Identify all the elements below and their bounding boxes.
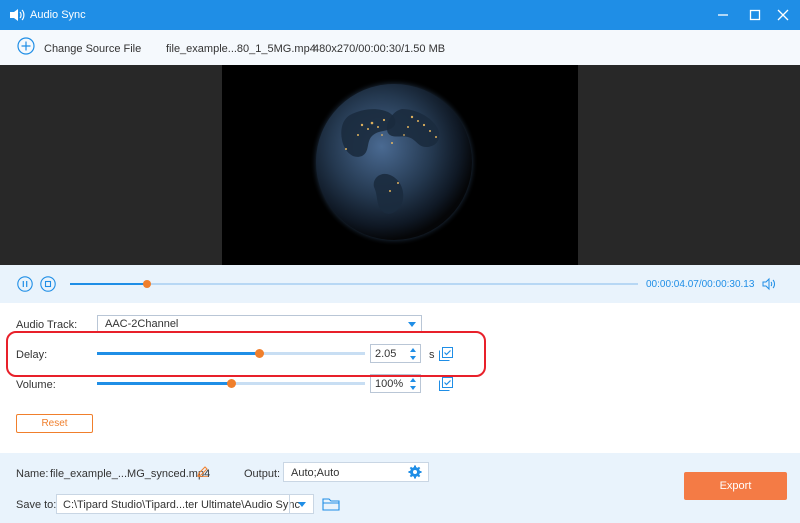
output-format-field[interactable]: Auto;Auto [283, 462, 429, 482]
stepper-up-icon[interactable] [410, 378, 416, 382]
save-to-label: Save to: [16, 499, 57, 511]
apply-to-all-icon[interactable] [439, 377, 453, 391]
change-source-file-button[interactable]: Change Source File [44, 43, 141, 55]
playback-time: 00:00:04.07/00:00:30.13 [646, 279, 754, 290]
save-path-dropdown[interactable] [289, 495, 313, 513]
volume-value: 100% [375, 378, 404, 390]
gear-icon[interactable] [408, 465, 422, 479]
speaker-icon [10, 9, 25, 21]
earth-image [310, 78, 478, 246]
source-file-name: file_example...80_1_5MG.mp4 [166, 43, 316, 55]
audio-track-select[interactable]: AAC-2Channel [97, 315, 422, 332]
export-button[interactable]: Export [684, 472, 787, 500]
name-label: Name: [16, 468, 49, 480]
progress-fill [70, 283, 147, 285]
chevron-down-icon [298, 502, 306, 507]
delay-highlight-annotation [6, 331, 486, 377]
volume-label: Volume: [16, 379, 56, 391]
stepper-down-icon[interactable] [410, 386, 416, 390]
volume-slider-fill [97, 382, 231, 385]
title-bar: Audio Sync [0, 0, 800, 30]
source-file-info: 480x270/00:00:30/1.50 MB [313, 43, 446, 55]
playback-progress-slider[interactable] [70, 280, 638, 288]
stop-icon[interactable] [40, 276, 56, 292]
output-format-value: Auto;Auto [291, 467, 340, 479]
chevron-down-icon [408, 322, 416, 327]
video-preview [222, 65, 578, 265]
audio-track-label: Audio Track: [16, 319, 78, 331]
pause-icon[interactable] [17, 276, 33, 292]
progress-knob[interactable] [142, 280, 151, 288]
close-icon [777, 9, 789, 21]
minimize-icon [718, 14, 728, 16]
output-file-name: file_example_...MG_synced.mp4 [50, 468, 211, 480]
total-time: /00:00:30.13 [698, 279, 755, 290]
maximize-button[interactable] [747, 7, 763, 23]
current-time: 00:00:04.07 [646, 279, 699, 290]
minimize-button[interactable] [715, 7, 731, 23]
output-label: Output: [244, 468, 281, 480]
maximize-icon [749, 9, 761, 21]
edit-icon[interactable] [197, 465, 209, 477]
audio-track-value: AAC-2Channel [105, 318, 179, 330]
save-path-value: C:\Tipard Studio\Tipard...ter Ultimate\A… [63, 499, 301, 511]
save-path-select[interactable]: C:\Tipard Studio\Tipard...ter Ultimate\A… [56, 494, 314, 514]
volume-icon[interactable] [762, 277, 776, 291]
close-button[interactable] [775, 7, 791, 23]
folder-icon[interactable] [322, 496, 340, 512]
reset-button[interactable]: Reset [16, 414, 93, 433]
add-file-icon[interactable] [17, 37, 35, 55]
volume-slider[interactable] [97, 379, 365, 388]
window-title: Audio Sync [30, 9, 86, 21]
volume-slider-knob[interactable] [227, 379, 236, 388]
